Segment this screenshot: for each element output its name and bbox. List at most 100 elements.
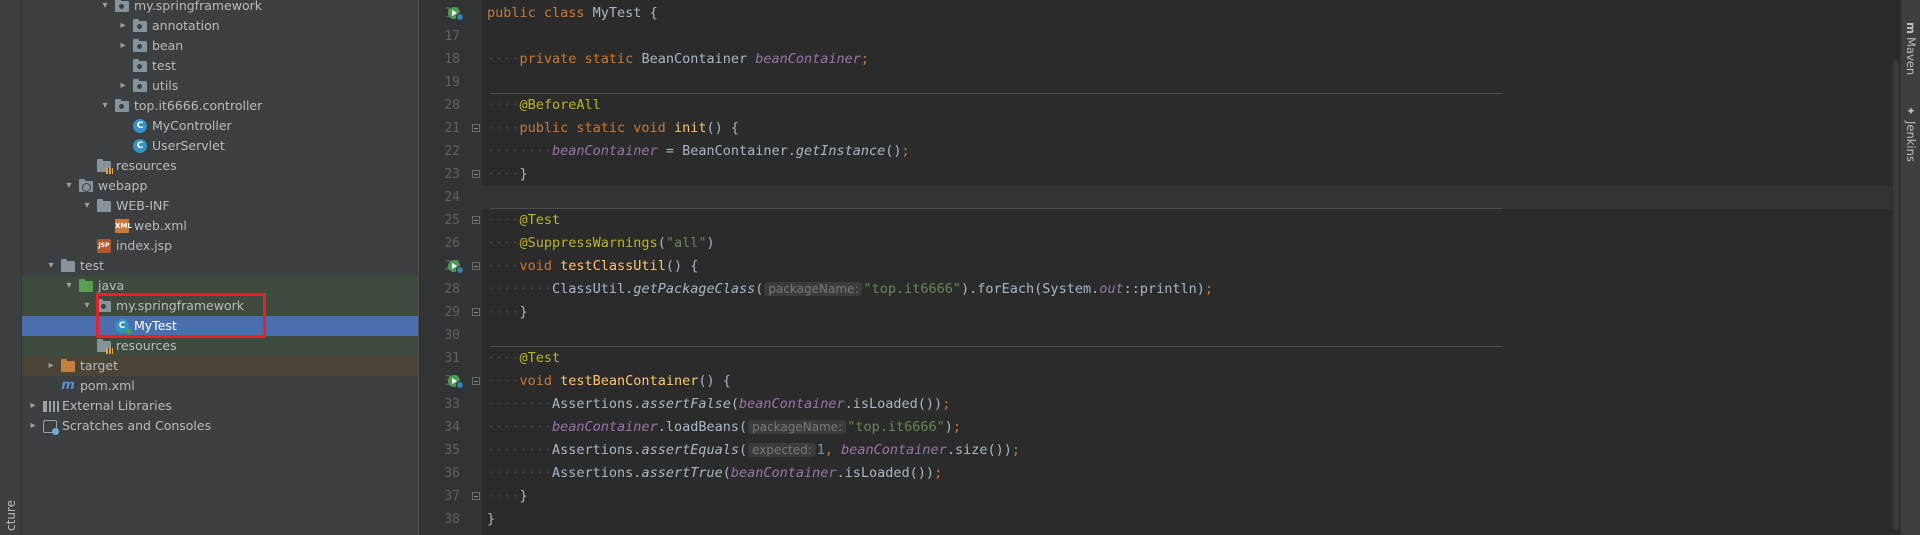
code-token: () { — [698, 373, 731, 389]
chevron-right-icon[interactable]: ▸ — [26, 396, 40, 416]
chevron-right-icon[interactable]: ▸ — [116, 36, 130, 56]
code-editor[interactable]: public class MyTest { ····private static … — [482, 0, 1892, 535]
code-token: ( — [755, 281, 764, 297]
code-token: .isLoaded()) — [844, 396, 943, 412]
code-line[interactable]: ········beanContainer.loadBeans(packageN… — [482, 416, 1892, 439]
tree-item-label: pom.xml — [80, 378, 135, 393]
code-text: ········beanContainer = BeanContainer.ge… — [487, 140, 910, 163]
code-line[interactable]: public class MyTest { — [482, 2, 1892, 25]
code-token: @Test — [519, 212, 561, 228]
code-line[interactable]: ········beanContainer = BeanContainer.ge… — [482, 140, 1892, 163]
code-line[interactable]: ········Assertions.assertEquals(expected… — [482, 439, 1892, 462]
tree-item[interactable]: m pom.xml — [22, 376, 418, 396]
tree-item[interactable]: ▾ my.springframework — [22, 0, 418, 16]
code-token: ···· — [487, 258, 520, 274]
code-line[interactable]: ········ClassUtil.getPackageClass(packag… — [482, 278, 1892, 301]
tree-item[interactable]: ▾ java — [22, 276, 418, 296]
code-text: ····} — [487, 485, 528, 508]
code-token: () { — [665, 258, 699, 274]
code-text: ····} — [487, 301, 528, 324]
code-line[interactable]: ····void testBeanContainer() { — [482, 370, 1892, 393]
tree-item[interactable]: ▾ test — [22, 256, 418, 276]
code-line[interactable] — [482, 186, 1892, 209]
tool-tab-jenkins[interactable]: ✦ Jenkins — [1904, 104, 1918, 162]
structure-tab[interactable]: cture — [4, 500, 18, 531]
editor-scrollbar[interactable] — [1892, 0, 1900, 535]
code-line[interactable]: ········Assertions.assertTrue(beanContai… — [482, 462, 1892, 485]
chevron-down-icon[interactable]: ▾ — [98, 96, 112, 116]
chevron-down-icon[interactable]: ▾ — [62, 176, 76, 196]
tree-item[interactable]: ▾ WEB-INF — [22, 196, 418, 216]
code-line[interactable]: ····@Test — [482, 347, 1892, 370]
tree-item[interactable]: ▾ my.springframework — [22, 296, 418, 316]
code-line[interactable] — [482, 324, 1892, 347]
tree-item[interactable]: ▸ utils — [22, 76, 418, 96]
chevron-down-icon[interactable]: ▾ — [62, 276, 76, 296]
package-folder-icon — [115, 0, 129, 12]
tree-item[interactable]: ▸ Scratches and Consoles — [22, 416, 418, 436]
code-token: ; — [901, 143, 910, 159]
tree-item[interactable]: test — [22, 56, 418, 76]
tree-item[interactable]: ▸ annotation — [22, 16, 418, 36]
code-line[interactable]: ········Assertions.assertFalse(beanConta… — [482, 393, 1892, 416]
gutter-row: 33 — [420, 393, 482, 416]
fold-icon[interactable] — [472, 377, 480, 385]
code-line[interactable]: ····} — [482, 163, 1892, 186]
package-folder-icon — [133, 79, 147, 92]
code-line[interactable]: ····@BeforeAll — [482, 94, 1892, 117]
tool-tab-maven[interactable]: m Maven — [1904, 22, 1918, 75]
chevron-right-icon[interactable]: ▸ — [116, 16, 130, 36]
chevron-down-icon[interactable]: ▾ — [80, 296, 94, 316]
chevron-down-icon[interactable]: ▾ — [44, 256, 58, 276]
tree-item[interactable]: resources — [22, 156, 418, 176]
chevron-right-icon[interactable]: ▸ — [26, 416, 40, 436]
fold-icon[interactable] — [472, 170, 480, 178]
chevron-down-icon[interactable]: ▾ — [98, 0, 112, 16]
code-line[interactable]: ····private static BeanContainer beanCon… — [482, 48, 1892, 71]
fold-icon[interactable] — [472, 262, 480, 270]
code-line[interactable]: ····@SuppressWarnings("all") — [482, 232, 1892, 255]
gutter-row: 31 — [420, 347, 482, 370]
line-number: 24 — [444, 190, 460, 205]
code-token: } — [487, 511, 496, 527]
chevron-right-icon[interactable]: ▸ — [116, 76, 130, 96]
tree-item[interactable]: C MyController — [22, 116, 418, 136]
code-line[interactable]: ····void testClassUtil() { — [482, 255, 1892, 278]
code-text: ········Assertions.assertEquals(expected… — [487, 439, 1020, 462]
tree-item[interactable]: C MyTest — [22, 316, 418, 336]
fold-icon[interactable] — [472, 492, 480, 500]
run-test-icon[interactable] — [448, 375, 464, 389]
tree-item-label: WEB-INF — [116, 198, 170, 213]
code-token: ( — [722, 465, 731, 481]
test-class-icon: C — [115, 319, 131, 334]
tree-item[interactable]: ▸ External Libraries — [22, 396, 418, 416]
code-line[interactable]: } — [482, 508, 1892, 531]
tree-item[interactable]: ▸ bean — [22, 36, 418, 56]
code-line[interactable]: ····} — [482, 485, 1892, 508]
code-line[interactable]: ····} — [482, 301, 1892, 324]
code-line[interactable]: ····public static void init() { — [482, 117, 1892, 140]
run-test-icon[interactable] — [448, 7, 464, 21]
code-line[interactable] — [482, 71, 1892, 94]
chevron-down-icon[interactable]: ▾ — [80, 196, 94, 216]
tree-item-label: test — [152, 58, 177, 73]
tree-item[interactable]: resources — [22, 336, 418, 356]
fold-icon[interactable] — [472, 124, 480, 132]
code-line[interactable] — [482, 25, 1892, 48]
tree-item[interactable]: XML web.xml — [22, 216, 418, 236]
tree-item-label: MyController — [152, 118, 232, 133]
fold-icon[interactable] — [472, 216, 480, 224]
fold-icon[interactable] — [472, 308, 480, 316]
scrollbar-thumb[interactable] — [1893, 60, 1899, 530]
tree-item[interactable]: C UserServlet — [22, 136, 418, 156]
run-test-icon[interactable] — [448, 260, 464, 274]
tree-item[interactable]: ▸ target — [22, 356, 418, 376]
gutter-row: 29 — [420, 301, 482, 324]
code-line[interactable]: ····@Test — [482, 209, 1892, 232]
code-token: Assertions. — [552, 442, 642, 458]
code-token: ···· — [487, 235, 520, 251]
chevron-right-icon[interactable]: ▸ — [44, 356, 58, 376]
tree-item[interactable]: JSP index.jsp — [22, 236, 418, 256]
tree-item[interactable]: ▾ webapp — [22, 176, 418, 196]
tree-item[interactable]: ▾ top.it6666.controller — [22, 96, 418, 116]
